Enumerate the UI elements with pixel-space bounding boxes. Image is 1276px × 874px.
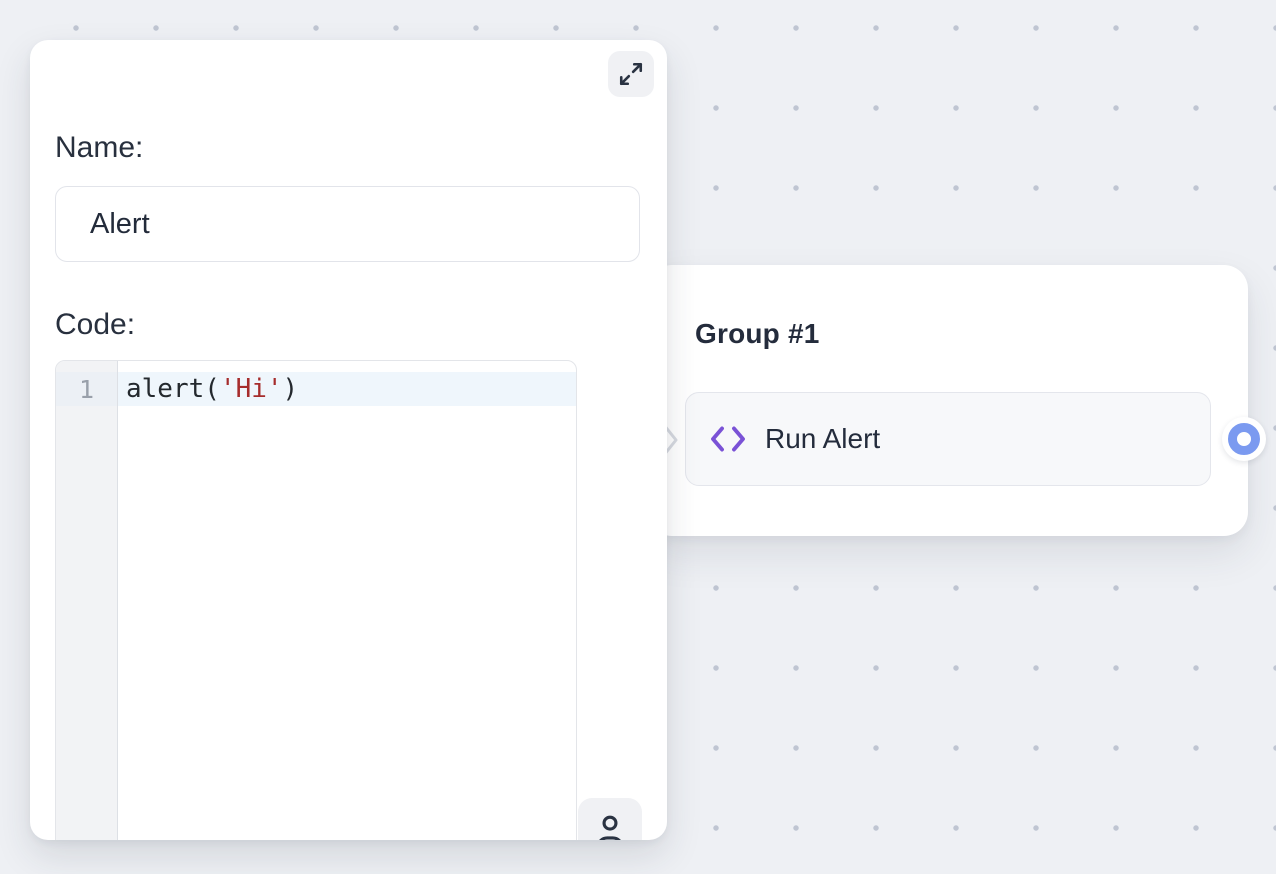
code-token-plain: ) — [283, 374, 299, 404]
name-label: Name: — [55, 131, 143, 165]
run-alert-node[interactable]: Run Alert — [685, 392, 1211, 486]
group-title: Group #1 — [695, 318, 820, 350]
editor-gutter: 1 — [56, 361, 118, 840]
line-number: 1 — [56, 372, 117, 406]
name-input[interactable] — [55, 186, 640, 262]
node-label: Run Alert — [765, 423, 880, 455]
code-line: alert('Hi') — [118, 372, 576, 406]
code-label: Code: — [55, 308, 135, 342]
code-token-string: 'Hi' — [220, 374, 283, 404]
person-icon — [593, 813, 627, 840]
code-token-plain: alert( — [126, 374, 220, 404]
editor-code-area[interactable]: alert('Hi') — [118, 361, 576, 840]
group-card: Group #1 Run Alert — [648, 265, 1248, 536]
output-connector[interactable] — [1222, 417, 1266, 461]
code-icon — [710, 424, 746, 454]
user-button[interactable] — [578, 798, 642, 840]
expand-button[interactable] — [608, 51, 654, 97]
edit-node-modal: Name: Code: 1 alert('Hi') — [30, 40, 667, 840]
connector-ring-icon — [1228, 423, 1260, 455]
expand-icon — [618, 61, 644, 87]
code-editor[interactable]: 1 alert('Hi') — [55, 360, 577, 840]
